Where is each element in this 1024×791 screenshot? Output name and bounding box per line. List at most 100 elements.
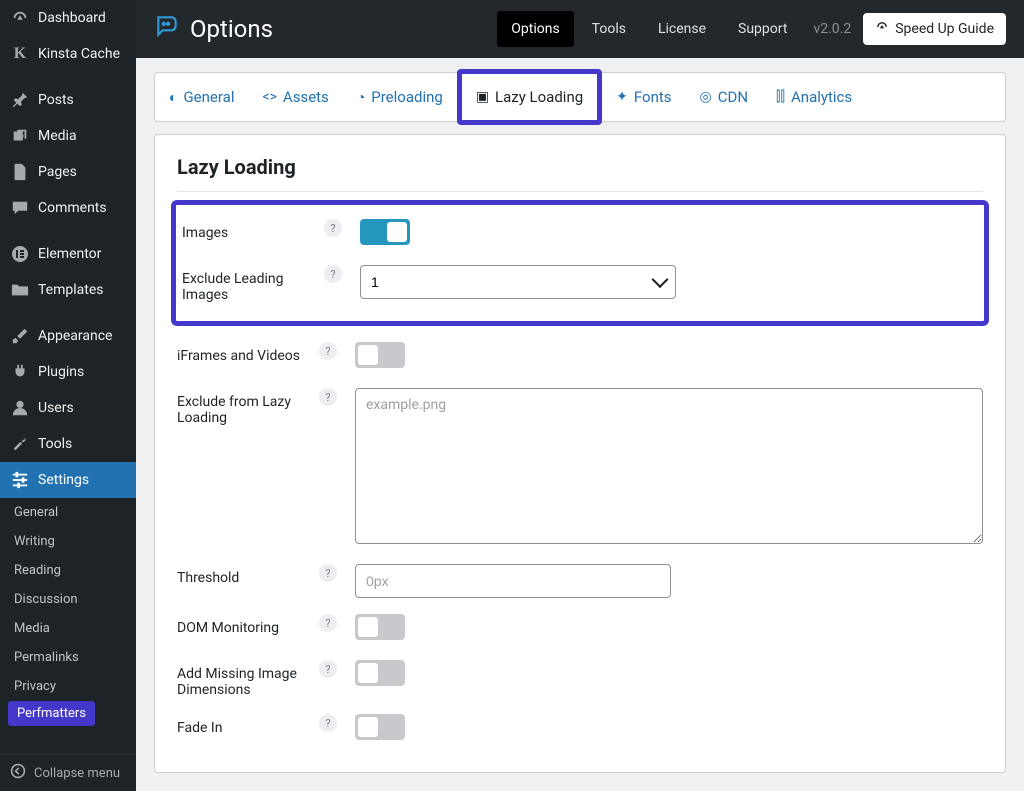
sidebar-item-label: Posts [38,92,74,108]
sidebar-sub-discussion[interactable]: Discussion [0,585,136,614]
folder-icon [10,280,30,300]
row-label-threshold: Threshold [177,564,317,586]
row-label-exclude-leading: Exclude Leading Images [182,265,322,303]
sidebar-sub-writing[interactable]: Writing [0,527,136,556]
lazy-loading-panel: Lazy Loading Images ? Exclude Leading Im… [154,134,1006,773]
sidebar-item-label: Templates [38,282,104,298]
row-label-exclude-from: Exclude from Lazy Loading [177,388,317,426]
help-icon[interactable]: ? [319,388,337,406]
exclude-leading-select[interactable]: 1 [360,265,676,299]
help-icon[interactable]: ? [324,219,342,237]
media-icon [10,126,30,146]
speed-up-guide-label: Speed Up Guide [895,21,994,37]
topnav-license[interactable]: License [644,11,720,47]
exclude-from-textarea[interactable] [355,388,983,544]
sidebar-item-dashboard[interactable]: Dashboard [0,0,136,36]
tab-label: General [183,88,234,106]
sidebar-item-comments[interactable]: Comments [0,190,136,226]
sliders-icon [10,470,30,490]
brush-icon [10,326,30,346]
sidebar-item-templates[interactable]: Templates [0,272,136,308]
plugin-version: v2.0.2 [805,21,859,37]
tab-label: Fonts [634,88,672,106]
chart-icon: ⫿⫿ [776,89,785,105]
image-icon: ▣ [476,89,489,105]
collapse-label: Collapse menu [34,766,120,781]
sidebar-item-label: Appearance [38,328,112,344]
tab-assets[interactable]: <> Assets [248,73,342,121]
tab-label: Analytics [791,88,852,106]
tab-label: Preloading [371,88,443,106]
plugin-topnav: Options Tools License Support v2.0.2 Spe… [497,11,1006,47]
sidebar-item-elementor[interactable]: Elementor [0,236,136,272]
threshold-input[interactable] [355,564,671,598]
page-icon [10,162,30,182]
tab-label: Lazy Loading [495,88,583,106]
help-icon[interactable]: ? [319,660,337,678]
row-label-add-missing: Add Missing Image Dimensions [177,660,317,698]
tab-fonts[interactable]: ✦ Fonts [602,73,685,121]
sidebar-item-kinsta[interactable]: K Kinsta Cache [0,36,136,72]
highlighted-group: Images ? Exclude Leading Images ? 1 [171,200,989,326]
sidebar-item-label: Kinsta Cache [38,46,120,62]
help-icon[interactable]: ? [319,564,337,582]
toggle-iframes[interactable] [355,342,405,368]
brand-title: Options [190,15,273,43]
speed-up-guide-button[interactable]: Speed Up Guide [863,13,1006,45]
topnav-support[interactable]: Support [724,11,801,47]
sidebar-sub-permalinks[interactable]: Permalinks [0,643,136,672]
sidebar-item-tools[interactable]: Tools [0,426,136,462]
sidebar-item-appearance[interactable]: Appearance [0,318,136,354]
sidebar-item-label: Comments [38,200,107,216]
sidebar-sub-media[interactable]: Media [0,614,136,643]
plugin-brand: Options [154,13,273,45]
sidebar-item-media[interactable]: Media [0,118,136,154]
tab-preloading[interactable]: ◔ Preloading [343,73,457,121]
k-icon: K [10,44,30,64]
sidebar-item-label: Pages [38,164,77,180]
sidebar-item-pages[interactable]: Pages [0,154,136,190]
comment-icon [10,198,30,218]
sidebar-item-label: Plugins [38,364,84,380]
gauge-icon [10,8,30,28]
globe-icon: ◎ [700,89,712,105]
sidebar-item-label: Tools [38,436,72,452]
sidebar-sub-privacy[interactable]: Privacy [0,672,136,701]
help-icon[interactable]: ? [319,614,337,632]
topnav-options[interactable]: Options [497,11,573,47]
sidebar-item-plugins[interactable]: Plugins [0,354,136,390]
row-label-dom-monitoring: DOM Monitoring [177,614,317,636]
sidebar-item-posts[interactable]: Posts [0,82,136,118]
sidebar-sub-perfmatters[interactable]: Perfmatters [8,701,95,726]
tab-cdn[interactable]: ◎ CDN [686,73,763,121]
help-icon[interactable]: ? [319,714,337,732]
collapse-icon [10,763,26,783]
gauge-icon: ◐ [169,89,177,106]
help-icon[interactable]: ? [324,265,342,283]
toggle-images[interactable] [360,219,410,245]
sidebar-sub-reading[interactable]: Reading [0,556,136,585]
row-label-images: Images [182,219,322,241]
toggle-dom-monitoring[interactable] [355,614,405,640]
clock-icon: ◔ [357,89,365,106]
topnav-tools[interactable]: Tools [578,11,640,47]
tab-lazy-loading[interactable]: ▣ Lazy Loading [457,69,602,125]
help-icon[interactable]: ? [319,342,337,360]
plug-icon [10,362,30,382]
toggle-fade-in[interactable] [355,714,405,740]
sidebar-sub-general[interactable]: General [0,498,136,527]
user-icon [10,398,30,418]
sidebar-item-users[interactable]: Users [0,390,136,426]
sidebar-item-settings[interactable]: Settings [0,462,136,498]
sidebar-item-label: Elementor [38,246,101,262]
collapse-menu[interactable]: Collapse menu [0,754,136,791]
toggle-add-missing-dimensions[interactable] [355,660,405,686]
tab-analytics[interactable]: ⫿⫿ Analytics [762,73,866,121]
code-icon: <> [262,89,276,105]
tab-label: Assets [283,88,329,106]
tab-general[interactable]: ◐ General [155,73,248,121]
font-icon: ✦ [616,89,628,105]
brand-icon [154,13,180,45]
row-label-fade-in: Fade In [177,714,317,736]
tab-label: CDN [718,88,748,106]
